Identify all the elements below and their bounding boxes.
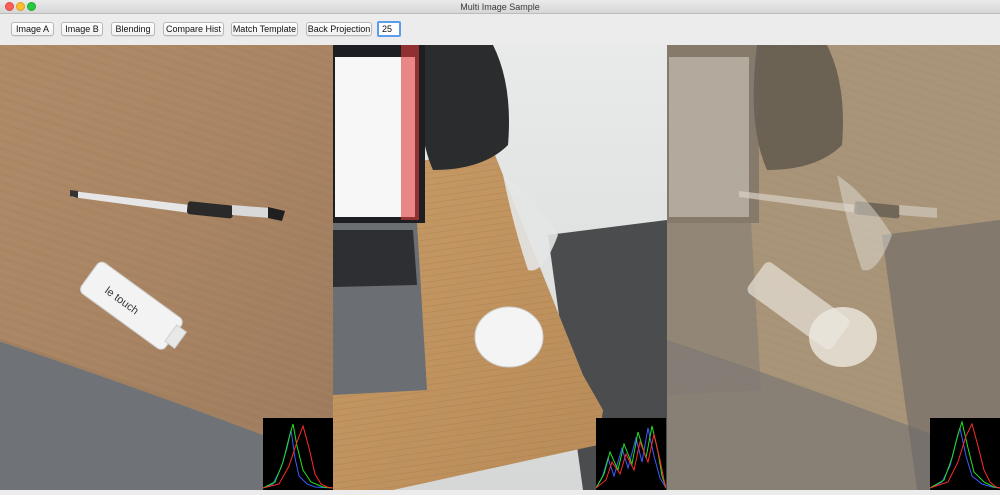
toolbar: Image A Image B Blending Compare Hist Ma… [0,15,1000,45]
window-title: Multi Image Sample [460,2,540,12]
image-a-histogram [262,418,334,490]
title-bar: Multi Image Sample [0,0,1000,14]
blended-histogram [929,418,1000,490]
image-b-button[interactable]: Image B [61,22,103,36]
image-panels: le touch [0,45,1000,490]
image-a-button[interactable]: Image A [11,22,54,36]
back-projection-button[interactable]: Back Projection [306,22,372,36]
match-template-button[interactable]: Match Template [231,22,298,36]
parameter-input[interactable] [377,21,401,37]
image-b-histogram [595,418,667,490]
app-window: Multi Image Sample Image A Image B Blend… [0,0,1000,490]
blending-button[interactable]: Blending [111,22,155,36]
mouse-object [474,306,544,368]
compare-hist-button[interactable]: Compare Hist [163,22,224,36]
